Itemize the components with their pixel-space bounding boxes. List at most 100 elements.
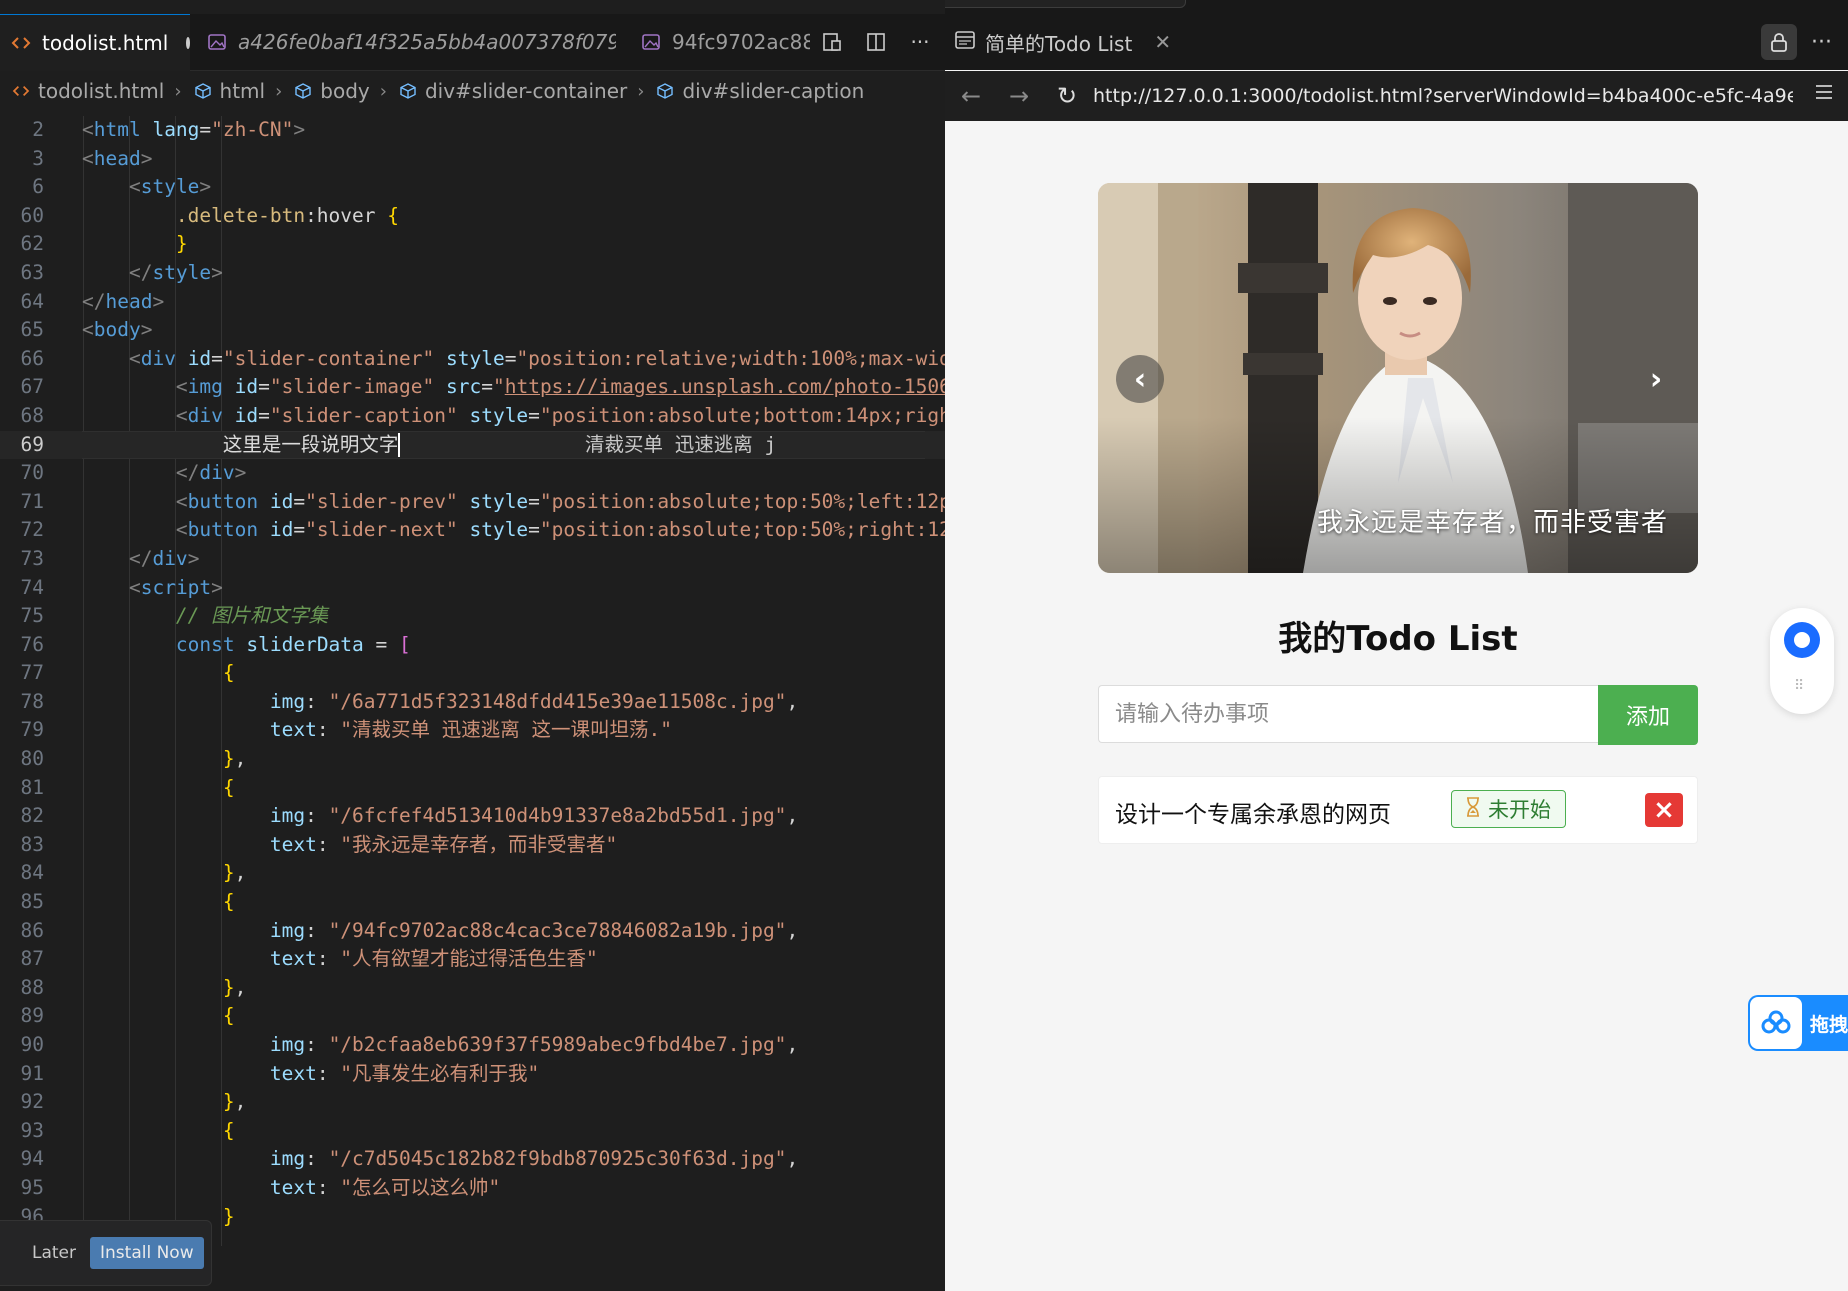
reload-icon[interactable]: ↻ [1045,74,1089,118]
line-number: 92 [20,1090,44,1114]
line-source: { [82,888,235,917]
code-line[interactable]: 90 img: "/b2cfaa8eb639f37f5989abec9fbd4b… [0,1031,945,1060]
code-token: img [269,1033,306,1056]
code-line[interactable]: 66 <div id="slider-container" style="pos… [0,345,945,374]
code-token: id [187,346,212,370]
code-token: "我永远是幸存者，而非受害者" [340,832,618,856]
code-line[interactable]: 83 text: "我永远是幸存者，而非受害者" [0,831,945,860]
code-line[interactable]: 79 text: "清裁买单 迅速逃离 这一课叫坦荡." [0,716,945,745]
code-token: > [293,118,306,141]
breadcrumb-item[interactable]: div#slider-container › [387,79,644,103]
update-notification: Later Install Now [0,1220,212,1286]
code-line[interactable]: 80 }, [0,745,945,774]
code-line[interactable]: 69 这里是一段说明文字 清裁买单 迅速逃离 j [0,430,945,460]
code-line[interactable]: 95 text: "怎么可以这么帅" [0,1174,945,1203]
tab-todolist[interactable]: todolist.html [0,14,190,71]
code-line[interactable]: 89 { [0,1002,945,1031]
breadcrumb-item[interactable]: html › [182,79,282,103]
floating-assistant-widget[interactable]: ⠿ [1770,608,1834,714]
code-line[interactable]: 82 img: "/6fcfef4d513410d4b91337e8a2bd55… [0,802,945,831]
back-arrow-icon[interactable]: ← [949,74,993,118]
code-token: text [269,718,317,742]
breadcrumb-item[interactable]: todolist.html › [0,79,182,103]
browser-tab[interactable]: 简单的Todo List ✕ [955,14,1171,70]
todo-input[interactable] [1098,685,1598,743]
line-number: 89 [20,1004,44,1028]
split-editor-icon[interactable] [863,29,889,55]
lock-icon[interactable] [1761,24,1798,60]
code-area[interactable]: 2 <html lang="zh-CN"> 3 <head> 6 <style> 60 .… [0,116,945,1246]
line-number: 6 [32,175,44,199]
breadcrumb-item[interactable]: div#slider-caption [644,79,864,103]
code-line[interactable]: 93 { [0,1117,945,1146]
code-line[interactable]: 71 <button id="slider-prev" style="posit… [0,488,945,517]
code-line[interactable]: 64 </head> [0,288,945,317]
code-line[interactable]: 63 </style> [0,259,945,288]
slider-prev-button[interactable]: ‹ [1116,355,1164,403]
later-button[interactable]: Later [32,1243,76,1263]
code-line[interactable]: 81 { [0,774,945,803]
code-line[interactable]: 85 { [0,888,945,917]
drag-upload-tab[interactable]: 拖拽 [1748,995,1848,1051]
code-token: } [222,1090,235,1114]
code-line[interactable]: 86 img: "/94fc9702ac88c4cac3ce78846082a1… [0,917,945,946]
code-line[interactable]: 88 }, [0,974,945,1003]
forward-arrow-icon[interactable]: → [997,74,1041,118]
delete-button[interactable]: × [1645,793,1683,827]
code-editor: todolist.html a426fe0baf14f325a5bb4a0073… [0,0,945,1291]
add-button[interactable]: 添加 [1598,685,1698,745]
more-actions-icon[interactable]: ··· [1811,30,1832,55]
code-line[interactable]: 67 <img id="slider-image" src="https://i… [0,373,945,402]
code-line[interactable]: 72 <button id="slider-next" style="posit… [0,516,945,545]
code-line[interactable]: 84 }, [0,859,945,888]
code-line[interactable]: 87 text: "人有欲望才能过得活色生香" [0,945,945,974]
line-number: 72 [20,518,44,542]
tab-image-a426[interactable]: a426fe0baf14f325a5bb4a007378f079.jpg [196,14,616,70]
code-line[interactable]: 77 { [0,659,945,688]
code-line[interactable]: 74 <script> [0,574,945,603]
code-line[interactable]: 3 <head> [0,145,945,174]
code-line[interactable]: 78 img: "/6a771d5f323148dfdd415e39ae1150… [0,688,945,717]
address-bar[interactable]: http://127.0.0.1:3000/todolist.html?serv… [1093,79,1793,113]
menu-icon[interactable] [1814,83,1834,105]
status-badge[interactable]: 未开始 [1451,790,1566,828]
code-line[interactable]: 6 <style> [0,173,945,202]
code-line[interactable]: 60 .delete-btn:hover { [0,202,945,231]
code-token: "/6fcfef4d513410d4b91337e8a2bd55d1.jpg" [328,804,787,828]
code-line[interactable]: 73 </div> [0,545,945,574]
code-line[interactable]: 94 img: "/c7d5045c182b82f9bdb870925c30f6… [0,1145,945,1174]
code-line[interactable]: 62 } [0,230,945,259]
code-line[interactable]: 91 text: "凡事发生必有利于我" [0,1060,945,1089]
code-line[interactable]: 76 const sliderData = [ [0,631,945,660]
install-now-button[interactable]: Install Now [90,1237,204,1269]
code-line[interactable]: 65 <body> [0,316,945,345]
code-line[interactable]: 2 <html lang="zh-CN"> [0,116,945,145]
unsaved-dot-icon[interactable] [186,37,190,49]
code-line[interactable]: 75 // 图片和文字集 [0,602,945,631]
code-token: > [187,546,200,570]
breadcrumb-item[interactable]: body › [282,79,387,103]
more-actions-icon[interactable]: ··· [907,29,933,55]
tab-image-94fc[interactable]: 94fc9702ac88c4c [630,14,810,70]
code-token: "position:absolute;top:50%;right:12p [539,518,945,542]
code-token: // 图片和文字集 [175,604,329,628]
code-token: } [175,232,188,256]
drag-handle-icon[interactable]: ⠿ [1794,678,1804,694]
code-token: 这里是一段说明文字 [222,432,399,456]
line-source: 这里是一段说明文字 [82,431,401,460]
tab-label: a426fe0baf14f325a5bb4a007378f079.jpg [238,30,616,54]
open-preview-icon[interactable] [819,29,845,55]
code-line[interactable]: 68 <div id="slider-caption" style="posit… [0,402,945,431]
code-line[interactable]: 70 </div> [0,459,945,488]
code-token: "slider-next" [305,518,470,542]
code-line[interactable]: 92 }, [0,1088,945,1117]
close-icon[interactable]: ✕ [1154,30,1171,54]
slider-next-button[interactable]: › [1632,355,1680,403]
code-token: : [305,918,329,942]
assistant-icon[interactable] [1784,622,1820,658]
